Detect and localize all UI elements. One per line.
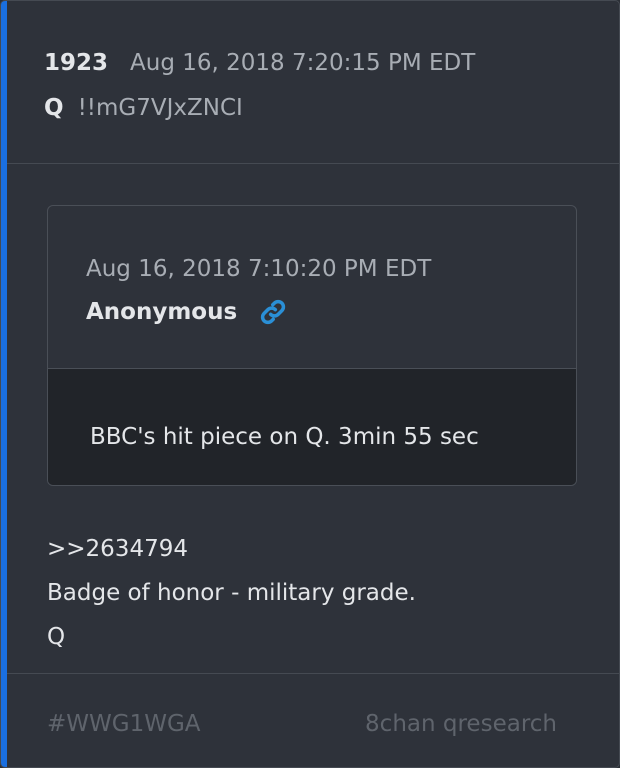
- post-reply-link[interactable]: >>2634794: [47, 527, 416, 571]
- link-icon[interactable]: [259, 298, 287, 326]
- quoted-post-body: BBC's hit piece on Q. 3min 55 sec: [48, 369, 576, 485]
- post-author: Q: [44, 95, 64, 121]
- quoted-post-header: Aug 16, 2018 7:10:20 PM EDT Anonymous: [48, 206, 576, 369]
- quoted-post: Aug 16, 2018 7:10:20 PM EDT Anonymous BB…: [47, 205, 577, 486]
- post-date: Aug 16, 2018 7:20:15 PM EDT: [130, 50, 476, 76]
- post-card: 1923 Aug 16, 2018 7:20:15 PM EDT Q !!mG7VJ…: [0, 0, 620, 768]
- post-tripcode: !!mG7VJxZNCI: [77, 95, 243, 121]
- quoted-post-date: Aug 16, 2018 7:10:20 PM EDT: [86, 256, 432, 282]
- post-footer: #WWG1WGA 8chan qresearch: [7, 673, 619, 767]
- post-number: 1923: [44, 50, 109, 76]
- quoted-post-author: Anonymous: [86, 299, 238, 325]
- quoted-author-row: Anonymous: [86, 296, 287, 328]
- post-meta: 1923 Aug 16, 2018 7:20:15 PM EDT: [44, 47, 475, 79]
- post-signature: Q: [47, 624, 66, 650]
- post-message: >>2634794 Badge of honor - military grad…: [47, 527, 416, 659]
- source-label: 8chan qresearch: [365, 711, 557, 737]
- quoted-post-text: BBC's hit piece on Q. 3min 55 sec: [90, 424, 479, 450]
- hashtag: #WWG1WGA: [47, 711, 201, 737]
- post-message-line: Badge of honor - military grade.: [47, 580, 416, 606]
- post-header: 1923 Aug 16, 2018 7:20:15 PM EDT Q !!mG7VJ…: [7, 1, 619, 164]
- post-author-line: Q !!mG7VJxZNCI: [44, 92, 243, 124]
